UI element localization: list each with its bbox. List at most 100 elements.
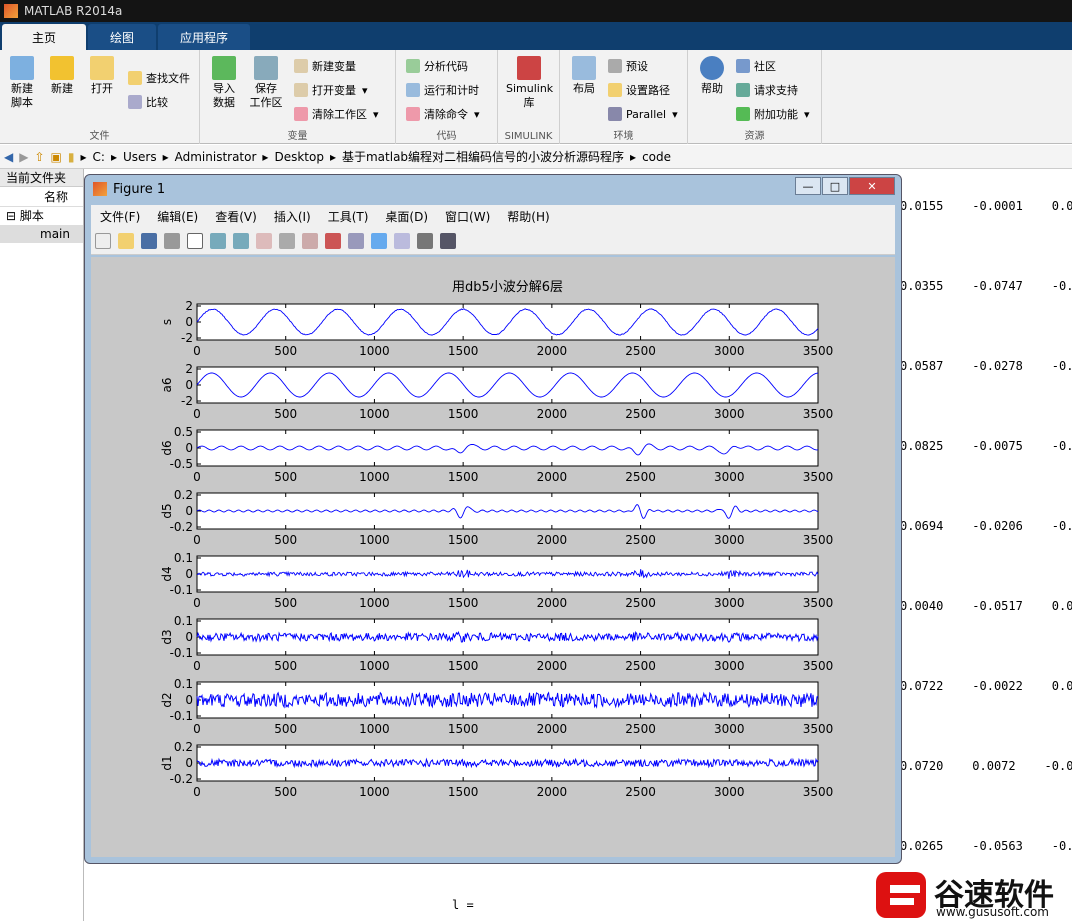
print-icon[interactable] (164, 232, 180, 249)
tab-apps[interactable]: 应用程序 (158, 24, 251, 50)
help-button[interactable]: 帮助 (692, 56, 732, 96)
new-figure-icon[interactable] (95, 232, 111, 249)
x-tick-label: 1500 (448, 407, 479, 421)
x-tick-label: 3000 (714, 533, 745, 547)
app-titlebar: MATLAB R2014a (0, 0, 1072, 22)
x-tick-label: 1500 (448, 470, 479, 484)
rotate-icon[interactable] (279, 232, 295, 249)
y-axis-label: d5 (160, 503, 174, 518)
community-icon (736, 59, 750, 73)
x-tick-label: 2500 (625, 722, 656, 736)
ribbon-tabs: 主页 绘图 应用程序 (0, 22, 1072, 50)
save-workspace-button[interactable]: 保存 工作区 (246, 56, 286, 110)
import-data-button[interactable]: 导入 数据 (204, 56, 244, 110)
menu-tools[interactable]: 工具(T) (328, 208, 369, 225)
preferences-button[interactable]: 预设 (608, 56, 648, 76)
clear-commands-button[interactable]: 清除命令 ▾ (406, 104, 480, 124)
ribbon: 新建 脚本 新建 打开 查找文件 比较 文件 导入 数据 保存 工作区 新建变量… (0, 50, 1072, 144)
breadcrumb-part[interactable]: 基于matlab编程对二相编码信号的小波分析源码程序 (342, 148, 624, 165)
x-tick-label: 0 (193, 722, 201, 736)
minimize-icon[interactable]: — (795, 177, 821, 195)
x-tick-label: 500 (274, 470, 297, 484)
breadcrumb-part[interactable]: C: (93, 150, 105, 164)
command-window[interactable]: 0.0155 -0.0001 0.06 0.0355 -0.0747 -0.01… (900, 169, 1072, 921)
menu-file[interactable]: 文件(F) (100, 208, 140, 225)
find-files-icon (128, 71, 142, 85)
compare-button[interactable]: 比较 (128, 92, 168, 112)
zoom-out-icon[interactable] (233, 232, 249, 249)
x-tick-label: 500 (274, 344, 297, 358)
simulink-library-button[interactable]: Simulink 库 (506, 56, 553, 110)
breadcrumb-part[interactable]: Administrator (175, 150, 257, 164)
y-tick-label: -0.2 (170, 772, 193, 786)
layout-button[interactable]: 布局 (564, 56, 604, 96)
new-button[interactable]: 新建 (42, 56, 82, 96)
y-tick-label: -2 (181, 331, 193, 345)
x-tick-label: 2000 (537, 785, 568, 799)
y-axis-label: d1 (160, 755, 174, 770)
up-folder-icon[interactable]: ⇧ (34, 150, 44, 164)
open-file-icon[interactable] (118, 232, 134, 249)
close-icon[interactable]: ✕ (849, 177, 895, 195)
legend-icon[interactable] (394, 232, 410, 249)
pan-icon[interactable] (256, 232, 272, 249)
maximize-icon[interactable]: □ (822, 177, 848, 195)
menu-edit[interactable]: 编辑(E) (157, 208, 198, 225)
folder-node[interactable]: ⊟ 脚本 (0, 207, 83, 225)
y-tick-label: 0.2 (174, 740, 193, 754)
y-tick-label: 0 (185, 378, 193, 392)
menu-desktop[interactable]: 桌面(D) (385, 208, 428, 225)
hide-tools-icon[interactable] (417, 232, 433, 249)
show-tools-icon[interactable] (440, 232, 456, 249)
tab-plots[interactable]: 绘图 (88, 24, 157, 50)
y-tick-label: 0.1 (174, 551, 193, 565)
back-arrow-icon[interactable]: ◀ (4, 150, 13, 164)
y-tick-label: 0 (185, 567, 193, 581)
forward-arrow-icon[interactable]: ▶ (19, 150, 28, 164)
breadcrumb-part[interactable]: code (642, 150, 671, 164)
x-tick-label: 3500 (803, 785, 834, 799)
x-tick-label: 3500 (803, 596, 834, 610)
browse-folder-icon[interactable]: ▣ (51, 150, 62, 164)
open-button[interactable]: 打开 (82, 56, 122, 96)
clear-workspace-button[interactable]: 清除工作区 ▾ (294, 104, 379, 124)
addons-button[interactable]: 附加功能 ▾ (736, 104, 810, 124)
save-figure-icon[interactable] (141, 232, 157, 249)
x-tick-label: 500 (274, 722, 297, 736)
x-tick-label: 2500 (625, 533, 656, 547)
figure-canvas[interactable]: 用db5小波分解6层 2 0 -2 s 0 500 1000 1500 2000 2500 3000 3… (91, 257, 895, 857)
open-variable-button[interactable]: 打开变量 ▾ (294, 80, 368, 100)
brush-icon[interactable] (325, 232, 341, 249)
zoom-in-icon[interactable] (210, 232, 226, 249)
request-support-button[interactable]: 请求支持 (736, 80, 798, 100)
data-cursor-icon[interactable] (302, 232, 318, 249)
command-output-row: 0.0722 -0.0022 0.05 (900, 679, 1072, 693)
chevron-down-icon: ▾ (362, 83, 368, 97)
variable-group: 导入 数据 保存 工作区 新建变量 打开变量 ▾ 清除工作区 ▾ 变量 (200, 50, 396, 144)
colorbar-icon[interactable] (371, 232, 387, 249)
parallel-button[interactable]: Parallel ▾ (608, 104, 678, 124)
command-output-row: 0.0265 -0.0563 -0.02 (900, 839, 1072, 853)
menu-insert[interactable]: 插入(I) (274, 208, 311, 225)
y-axis-label: d2 (160, 692, 174, 707)
breadcrumb-part[interactable]: Users (123, 150, 157, 164)
new-script-button[interactable]: 新建 脚本 (2, 56, 42, 110)
menu-view[interactable]: 查看(V) (215, 208, 257, 225)
link-plot-icon[interactable] (348, 232, 364, 249)
new-variable-button[interactable]: 新建变量 (294, 56, 356, 76)
edit-plot-icon[interactable] (187, 232, 203, 249)
menu-help[interactable]: 帮助(H) (507, 208, 549, 225)
run-and-time-button[interactable]: 运行和计时 (406, 80, 479, 100)
set-path-button[interactable]: 设置路径 (608, 80, 670, 100)
analyze-code-button[interactable]: 分析代码 (406, 56, 468, 76)
name-column-header[interactable]: 名称 (0, 187, 83, 207)
x-tick-label: 500 (274, 785, 297, 799)
community-button[interactable]: 社区 (736, 56, 776, 76)
file-item-main[interactable]: main (0, 225, 83, 243)
x-tick-label: 500 (274, 533, 297, 547)
menu-window[interactable]: 窗口(W) (445, 208, 490, 225)
tab-home[interactable]: 主页 (2, 24, 86, 50)
figure-titlebar[interactable]: Figure 1 — □ ✕ (85, 175, 901, 203)
find-files-button[interactable]: 查找文件 (128, 68, 190, 88)
breadcrumb-part[interactable]: Desktop (274, 150, 324, 164)
